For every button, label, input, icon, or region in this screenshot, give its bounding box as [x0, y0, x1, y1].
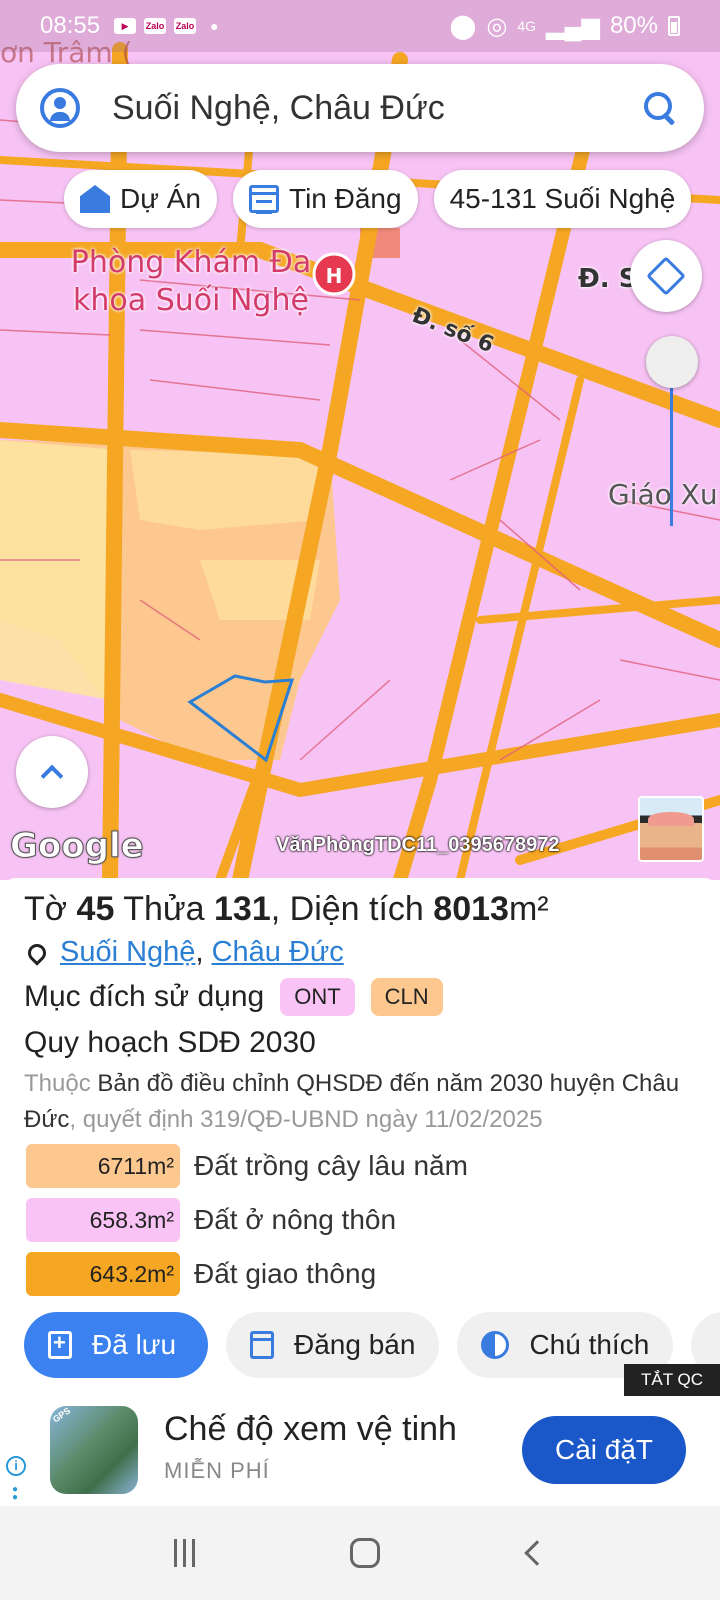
purpose-label: Mục đích sử dụng	[24, 980, 265, 1013]
chip-parcel-id[interactable]: 45-131 Suối Nghệ	[433, 170, 692, 228]
ad-info-icon[interactable]: i	[6, 1456, 26, 1476]
document-add-icon	[48, 1330, 72, 1359]
area-value: 6711m²	[26, 1144, 180, 1188]
recents-icon[interactable]	[174, 1539, 202, 1567]
slider-track	[670, 376, 673, 526]
layers-button[interactable]	[630, 240, 702, 312]
area-value: 658.3m²	[26, 1198, 180, 1242]
expand-panel-button[interactable]	[16, 736, 88, 808]
ad-install-button[interactable]: Cài đặT	[522, 1416, 686, 1484]
annual-crop-zone	[0, 440, 120, 700]
saved-button[interactable]: Đã lưu	[24, 1312, 208, 1378]
back-icon[interactable]	[524, 1540, 550, 1566]
calendar-icon	[249, 185, 279, 214]
google-logo: Google	[10, 826, 145, 867]
signal-icon: ▂▄▆	[546, 12, 600, 40]
chip-label: Dự Án	[120, 183, 201, 214]
search-bar[interactable]: Suối Nghệ, Châu Đức	[16, 64, 704, 152]
house-icon	[80, 185, 110, 213]
area-label: Đất trồng cây lâu năm	[194, 1150, 468, 1181]
action-buttons: Đã lưu Đăng bán Chú thích	[24, 1312, 720, 1378]
account-icon[interactable]	[40, 88, 80, 128]
ad-subtitle: MIỄN PHÍ	[164, 1458, 270, 1483]
purpose-tag-ont[interactable]: ONT	[280, 978, 355, 1016]
filter-chips: Dự Án Tin Đăng 45-131 Suối Nghệ	[64, 170, 692, 228]
slider-thumb[interactable]	[646, 336, 698, 388]
plan-description: Thuộc Bản đồ điều chỉnh QHSDĐ đến năm 20…	[24, 1070, 680, 1133]
location-pin-icon	[24, 939, 50, 966]
purpose-tag-cln[interactable]: CLN	[370, 978, 443, 1016]
chip-label: Tin Đăng	[289, 183, 402, 214]
watermark-text: VănPhòngTDC11_0395678972	[276, 834, 560, 856]
opacity-slider[interactable]	[644, 336, 700, 536]
calendar-icon	[250, 1331, 274, 1359]
ad-banner[interactable]: i ●● Chế độ xem vệ tinh MIỄN PHÍ Cài đặT	[0, 1396, 720, 1506]
ad-title[interactable]: Chế độ xem vệ tinh	[164, 1410, 457, 1449]
list-item: 6711m² Đất trồng cây lâu năm	[26, 1144, 468, 1188]
search-input[interactable]: Suối Nghệ, Châu Đức	[112, 89, 640, 128]
location-row: Suối Nghệ, Châu Đức	[24, 936, 344, 969]
hospital-marker: H	[312, 252, 356, 296]
area-label: Đất giao thông	[194, 1258, 377, 1289]
list-item: 658.3m² Đất ở nông thôn	[26, 1198, 468, 1242]
area-value: 643.2m²	[26, 1252, 180, 1296]
battery-icon	[668, 16, 680, 36]
ad-app-icon[interactable]	[50, 1406, 138, 1494]
chip-label: 45-131 Suối Nghệ	[449, 183, 676, 214]
status-time: 08:55	[40, 12, 101, 39]
street-label: Đ. S	[578, 264, 638, 294]
hotspot-icon: ◎	[486, 12, 508, 40]
area-label: Đất ở nông thôn	[194, 1204, 397, 1235]
ad-close-button[interactable]: TẮT QC	[624, 1364, 720, 1396]
status-bar: 08:55 ▶ Zalo Zalo ● ⬤ ◎ 4G ▂▄▆ 80%	[0, 0, 720, 52]
annual-crop-zone-2	[130, 450, 330, 530]
battery-percent: 80%	[609, 12, 658, 39]
parcel-info-panel: Tờ 45 Thửa 131, Diện tích 8013m² Suối Ng…	[0, 878, 720, 1478]
home-icon[interactable]	[350, 1538, 380, 1568]
system-nav-bar	[0, 1506, 720, 1600]
ward-link[interactable]: Suối Nghệ	[60, 936, 195, 969]
search-icon[interactable]	[640, 88, 680, 128]
land-purpose-row: Mục đích sử dụng ONT CLN	[24, 978, 443, 1016]
svg-text:H: H	[326, 264, 343, 288]
profile-avatar[interactable]	[638, 796, 704, 862]
network-type: 4G	[517, 18, 537, 34]
zalo-icon: Zalo	[174, 18, 197, 34]
location-icon: ⬤	[449, 12, 477, 40]
ad-options-icon[interactable]: ● ●	[12, 1485, 18, 1503]
layers-icon	[646, 256, 686, 296]
post-sale-button[interactable]: Đăng bán	[226, 1312, 440, 1378]
contrast-icon	[481, 1331, 510, 1359]
youtube-icon: ▶	[114, 18, 137, 34]
notification-dot-icon: ●	[210, 18, 219, 34]
chip-du-an[interactable]: Dự Án	[64, 170, 217, 228]
plan-title: Quy hoạch SDĐ 2030	[24, 1026, 316, 1059]
chevron-up-icon	[40, 764, 64, 788]
chip-tin-dang[interactable]: Tin Đăng	[233, 170, 418, 228]
land-breakdown-list: 6711m² Đất trồng cây lâu năm 658.3m² Đất…	[26, 1144, 468, 1306]
zalo-icon: Zalo	[144, 18, 167, 34]
list-item: 643.2m² Đất giao thông	[26, 1252, 468, 1296]
district-link[interactable]: Châu Đức	[212, 936, 344, 969]
poi-label-clinic[interactable]: Phòng Khám Đa khoa Suối Nghệ	[66, 244, 316, 320]
parcel-title: Tờ 45 Thửa 131, Diện tích 8013m²	[24, 890, 549, 928]
